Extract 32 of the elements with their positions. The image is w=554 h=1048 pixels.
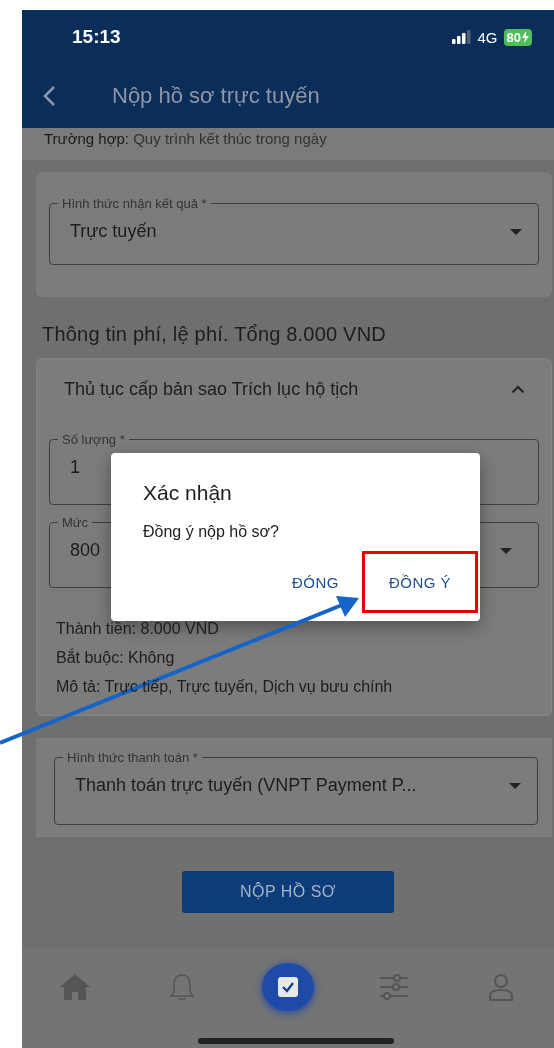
field-label: Hình thức nhận kết quả *	[61, 196, 208, 211]
field-label: Mức	[61, 515, 90, 530]
signal-icon	[451, 30, 472, 44]
dialog-message: Đồng ý nộp hồ sơ?	[143, 523, 280, 541]
detail-line: Mô tả: Trực tiếp, Trực tuyến, Dịch vụ bưu chính	[56, 677, 394, 697]
dropdown-icon	[500, 547, 512, 554]
person-icon	[487, 973, 514, 1001]
submit-button[interactable]: NỘP HỒ SƠ	[182, 871, 394, 913]
chevron-up-icon[interactable]	[511, 385, 525, 394]
detail-line: Bắt buộc: Không	[56, 647, 176, 668]
network-label: 4G	[477, 28, 498, 46]
select-field[interactable]: Hình thức thanh toán * Thanh toán trực tuyến (VNPT Payment P...	[54, 750, 538, 825]
field-label: Hình thức thanh toán *	[66, 750, 199, 765]
dropdown-icon	[509, 782, 521, 789]
bell-icon	[168, 973, 195, 1001]
back-icon[interactable]	[42, 85, 56, 107]
highlighted-dialog-button[interactable]: ĐỒNG Ý	[362, 551, 478, 613]
sliders-icon	[379, 974, 410, 1000]
section-title: Thông tin phí, lệ phí. Tổng 8.000 VND	[41, 322, 387, 347]
battery-indicator: 80	[503, 28, 532, 46]
dialog-title: Xác nhận	[143, 481, 233, 505]
dropdown-icon	[510, 228, 522, 235]
screen-title: Nộp hồ sơ trực tuyến	[112, 83, 320, 109]
nav-button-active[interactable]	[261, 963, 314, 1011]
field-label: Số lượng *	[61, 432, 126, 447]
select-field[interactable]: Hình thức nhận kết quả * Trực tuyến	[49, 196, 539, 265]
detail-line: Thành tiền: 8.000 VND	[56, 619, 220, 639]
checkbox-icon	[276, 976, 299, 998]
procedure-title: Thủ tục cấp bản sao Trích lục hộ tịch	[64, 379, 359, 400]
home-icon	[59, 973, 92, 1001]
clock-time: 15:13	[72, 26, 121, 48]
dialog-button[interactable]: ĐÓNG	[277, 551, 354, 613]
